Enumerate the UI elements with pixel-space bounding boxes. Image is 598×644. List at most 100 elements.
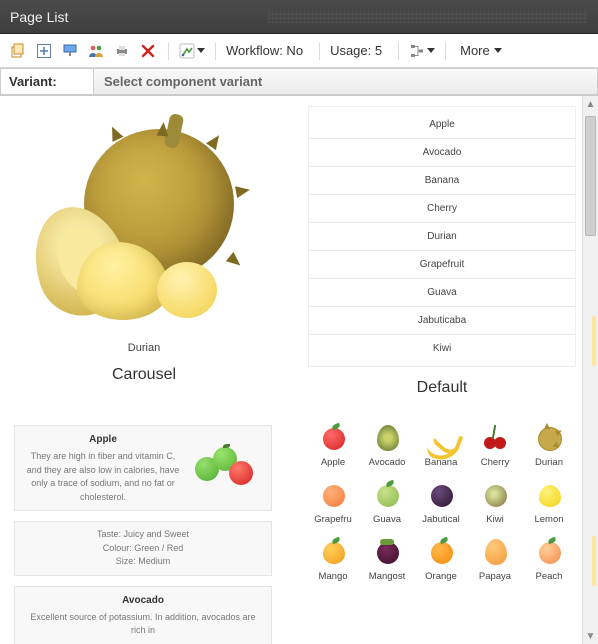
tile-label: Apple <box>310 457 356 468</box>
list-item[interactable]: Banana <box>309 167 575 195</box>
lemon-icon <box>534 480 564 510</box>
new-page-icon[interactable] <box>8 41 28 61</box>
variant-placeholder: Select component variant <box>104 74 262 89</box>
more-button[interactable]: More <box>460 43 502 58</box>
window-title: Page List <box>10 9 68 25</box>
separator <box>398 42 399 60</box>
paint-icon[interactable] <box>60 41 80 61</box>
tile-label: Cherry <box>472 457 518 468</box>
tile-label: Mangost <box>364 571 410 582</box>
scroll-up-icon[interactable]: ▲ <box>583 96 598 112</box>
kiwi-icon <box>480 480 510 510</box>
list-item[interactable]: Guava <box>309 279 575 307</box>
durian-hero-image <box>29 114 259 334</box>
avocado-icon <box>372 423 402 453</box>
chevron-down-icon <box>494 48 502 53</box>
icon-grid-preview[interactable]: Apple Avocado Banana Cherry Durian Grapefru Gu… <box>306 419 576 582</box>
list-item[interactable]: Jabuticaba <box>309 307 575 335</box>
card-body: Excellent source of potassium. In additi… <box>23 611 263 638</box>
list-item[interactable]: Apple <box>309 111 575 139</box>
tile-label: Peach <box>526 571 572 582</box>
title-bar: Page List <box>0 0 598 34</box>
grid-tile-lemon[interactable]: Lemon <box>526 480 572 525</box>
grid-tile-apple[interactable]: Apple <box>310 423 356 468</box>
grid-tile-avocado[interactable]: Avocado <box>364 423 410 468</box>
flag-status-icon[interactable] <box>179 41 205 61</box>
jabuticaba-icon <box>426 480 456 510</box>
variant-select[interactable]: Select component variant <box>94 68 598 95</box>
papaya-icon <box>480 537 510 567</box>
grid-tile-mangosteen[interactable]: Mangost <box>364 537 410 582</box>
carousel-preview[interactable]: Durian <box>10 106 278 354</box>
apple-icon <box>318 423 348 453</box>
grid-tile-cherry[interactable]: Cherry <box>472 423 518 468</box>
card-title: Apple <box>23 432 183 447</box>
scroll-marker <box>592 536 596 586</box>
add-icon[interactable] <box>34 41 54 61</box>
drag-grip[interactable] <box>268 11 588 23</box>
separator <box>168 42 169 60</box>
separator <box>215 42 216 60</box>
tile-label: Lemon <box>526 514 572 525</box>
grid-tile-durian[interactable]: Durian <box>526 423 572 468</box>
chevron-down-icon <box>197 48 205 53</box>
separator <box>445 42 446 60</box>
tree-icon[interactable] <box>409 41 435 61</box>
list-item[interactable]: Avocado <box>309 139 575 167</box>
grapefruit-icon <box>318 480 348 510</box>
workflow-label[interactable]: Workflow: No <box>226 43 303 58</box>
orange-icon <box>426 537 456 567</box>
apple-thumb-image <box>191 439 263 497</box>
variant-bar: Variant: Select component variant <box>0 68 598 96</box>
tile-label: Kiwi <box>472 514 518 525</box>
grid-tile-guava[interactable]: Guava <box>364 480 410 525</box>
print-icon[interactable] <box>112 41 132 61</box>
list-item[interactable]: Grapefruit <box>309 251 575 279</box>
variant-label: Variant: <box>0 68 94 95</box>
chevron-down-icon <box>427 48 435 53</box>
default-list-preview[interactable]: AppleAvocadoBananaCherryDurianGrapefruit… <box>308 106 576 367</box>
tile-label: Orange <box>418 571 464 582</box>
scroll-marker <box>592 316 596 366</box>
vertical-scrollbar[interactable]: ▲ ▼ <box>582 96 598 644</box>
scroll-down-icon[interactable]: ▼ <box>583 628 598 644</box>
grid-tile-grapefruit[interactable]: Grapefru <box>310 480 356 525</box>
more-label: More <box>460 43 490 58</box>
grid-tile-orange[interactable]: Orange <box>418 537 464 582</box>
card-apple-meta[interactable]: Taste: Juicy and Sweet Colour: Green / R… <box>14 521 272 576</box>
tile-label: Jabutical <box>418 514 464 525</box>
grid-tile-banana[interactable]: Banana <box>418 423 464 468</box>
mango-icon <box>318 537 348 567</box>
card-apple[interactable]: Apple They are high in fiber and vitamin… <box>14 425 272 511</box>
tile-label: Mango <box>310 571 356 582</box>
card-avocado[interactable]: Avocado Excellent source of potassium. I… <box>14 586 272 644</box>
delete-icon[interactable] <box>138 41 158 61</box>
grid-tile-peach[interactable]: Peach <box>526 537 572 582</box>
scroll-thumb[interactable] <box>585 116 596 236</box>
grid-tile-mango[interactable]: Mango <box>310 537 356 582</box>
usage-label[interactable]: Usage: 5 <box>330 43 382 58</box>
mangosteen-icon <box>372 537 402 567</box>
tile-label: Papaya <box>472 571 518 582</box>
carousel-caption: Durian <box>10 342 278 354</box>
grid-tile-papaya[interactable]: Papaya <box>472 537 518 582</box>
tile-label: Guava <box>364 514 410 525</box>
users-icon[interactable] <box>86 41 106 61</box>
guava-icon <box>372 480 402 510</box>
list-item[interactable]: Kiwi <box>309 335 575 362</box>
carousel-title: Carousel <box>112 366 176 384</box>
cherry-icon <box>480 423 510 453</box>
card-title: Avocado <box>23 593 263 608</box>
default-title: Default <box>417 379 468 397</box>
grid-tile-jabuticaba[interactable]: Jabutical <box>418 480 464 525</box>
list-item[interactable]: Durian <box>309 223 575 251</box>
grid-tile-kiwi[interactable]: Kiwi <box>472 480 518 525</box>
card-list-preview[interactable]: Apple They are high in fiber and vitamin… <box>10 419 276 644</box>
tile-label: Grapefru <box>310 514 356 525</box>
peach-icon <box>534 537 564 567</box>
tile-label: Avocado <box>364 457 410 468</box>
variant-label-text: Variant: <box>9 74 57 89</box>
list-item[interactable]: Cherry <box>309 195 575 223</box>
canvas-wrap: Durian Carousel AppleAvocadoBananaCherry… <box>0 96 598 644</box>
preview-canvas: Durian Carousel AppleAvocadoBananaCherry… <box>0 96 582 644</box>
